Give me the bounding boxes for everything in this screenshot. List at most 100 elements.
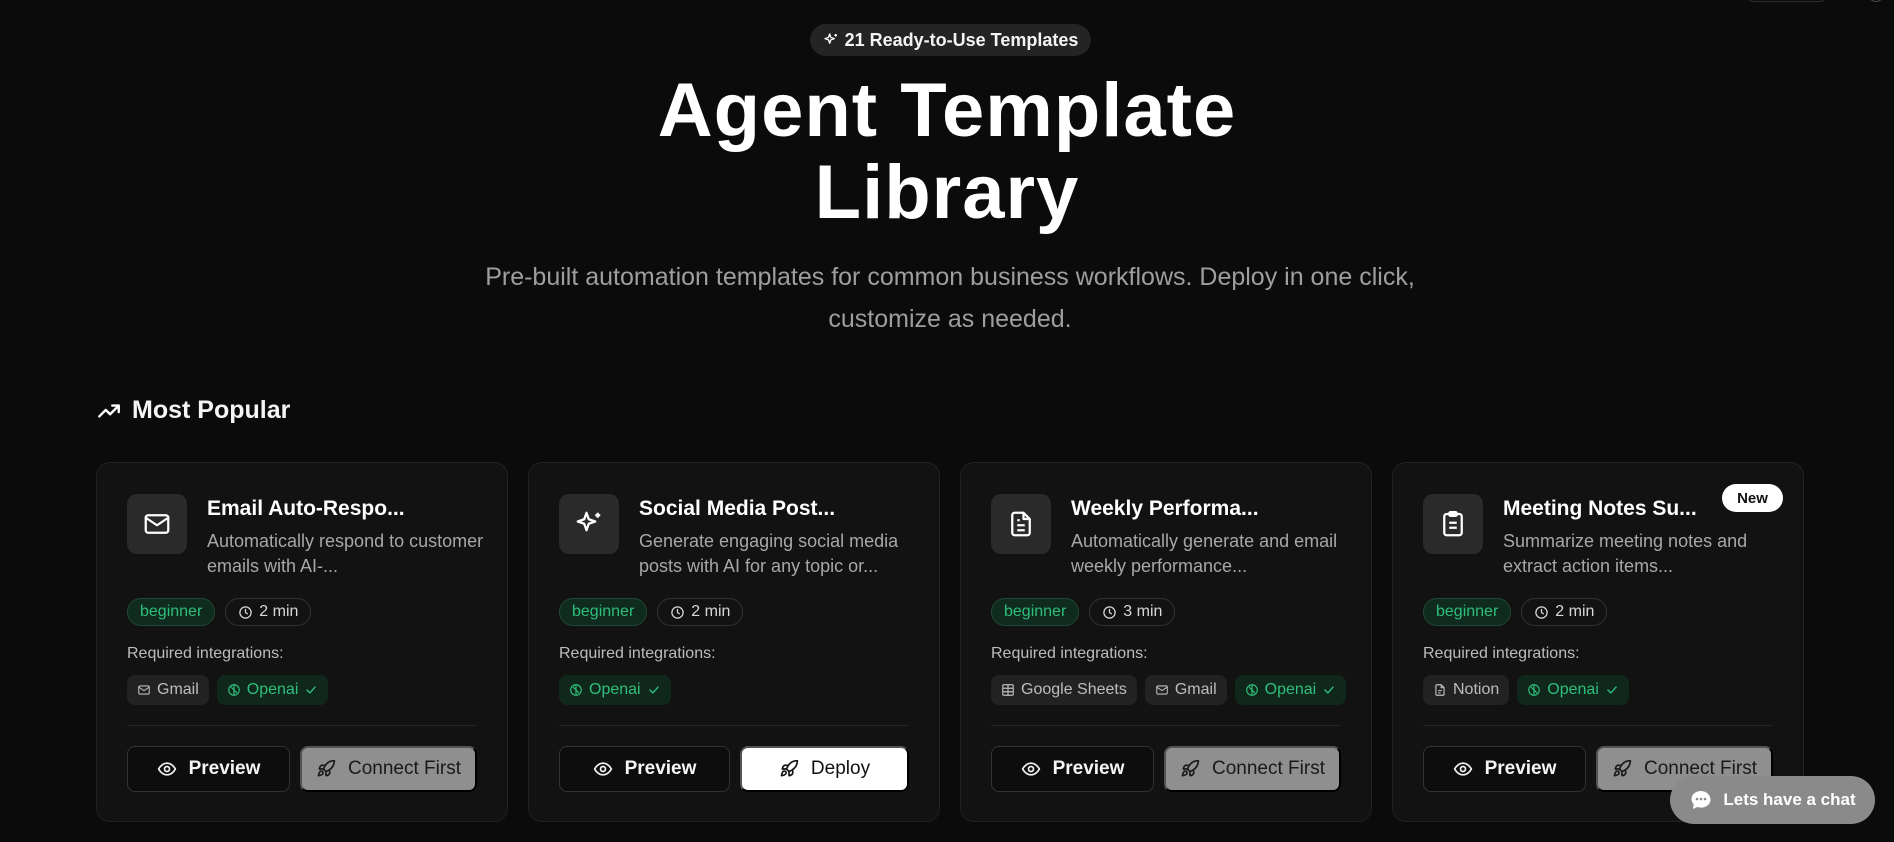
card-icon-box [559,494,619,554]
clock-icon [670,605,685,620]
rocket-icon [1612,759,1632,779]
sparkles-icon [823,33,837,44]
integration-list: Google Sheets Gmail Openai [991,675,1347,705]
card-title[interactable]: Social Media Post... [639,497,909,521]
card-actions: Preview Deploy [559,746,909,792]
badge-label: 21 Ready-to-Use Templates [844,29,1079,50]
preview-button[interactable]: Preview [1423,746,1586,792]
integration-chip: Notion [1423,675,1510,705]
integration-chip: Openai [216,675,329,705]
chat-button[interactable]: Lets have a chat [1670,776,1875,824]
clipboard-icon [1438,509,1468,539]
section-heading: Most Popular [96,396,290,425]
required-integrations-label: Required integrations: [559,645,716,662]
openai-icon [227,683,241,697]
templates-count-badge: 21 Ready-to-Use Templates [810,24,1091,56]
check-icon [1322,683,1336,697]
integration-name: Openai [589,681,641,698]
integration-name: Gmail [1174,681,1217,698]
integration-list: Gmail Openai [127,675,329,705]
title-line-1: Agent Template [657,68,1237,153]
card-actions: Preview Connect First [127,746,477,792]
rocket-icon [1180,759,1200,779]
duration-label: 2 min [691,603,731,620]
card-divider [991,725,1341,726]
section-title: Most Popular [132,396,291,424]
new-badge: New [1722,484,1783,512]
template-card[interactable]: Meeting Notes Su... Summarize meeting not… [1392,462,1804,822]
integration-name: Openai [1547,681,1599,698]
card-actions: Preview Connect First [991,746,1341,792]
preview-label: Preview [1052,758,1125,779]
template-card[interactable]: Weekly Performa... Automatically generate… [960,462,1372,822]
file-icon [1433,683,1447,697]
integration-name: Google Sheets [1021,681,1127,698]
card-divider [559,725,909,726]
integration-chip: Openai [1517,675,1629,705]
openai-icon [569,683,583,697]
card-tags: beginner 2 min [127,598,312,626]
page-subtitle: Pre-built automation templates for commo… [485,263,1415,333]
preview-label: Preview [1484,758,1557,779]
action-label: Connect First [348,758,461,779]
chat-label: Lets have a chat [1723,790,1856,809]
template-card[interactable]: Email Auto-Respo... Automatically respond… [96,462,508,822]
card-description: Automatically generate and email weekly … [1071,531,1338,576]
chat-bubble-icon [1691,791,1711,809]
card-icon-box [1423,494,1483,554]
required-integrations-label: Required integrations: [991,645,1148,662]
check-icon [647,683,661,697]
required-integrations-label: Required integrations: [127,645,284,662]
template-card[interactable]: Social Media Post... Generate engaging so… [528,462,940,822]
integration-chip: Gmail [127,675,209,705]
header-partial [1694,0,1894,2]
card-description: Summarize meeting notes and extract acti… [1503,531,1748,576]
card-tags: beginner 2 min [1423,598,1608,626]
connect-first-button[interactable]: Connect First [1164,746,1341,792]
sparkles-icon [574,509,604,539]
duration-label: 2 min [1555,603,1595,620]
required-integrations-label: Required integrations: [1423,645,1580,662]
preview-label: Preview [624,758,697,779]
card-divider [1423,725,1773,726]
duration-badge: 2 min [1521,598,1608,626]
template-cards: Email Auto-Respo... Automatically respond… [96,462,1804,822]
preview-button[interactable]: Preview [991,746,1154,792]
card-divider [127,725,477,726]
table-icon [1001,683,1015,697]
eye-icon [157,759,177,779]
clock-icon [238,605,253,620]
header-button[interactable] [1746,0,1828,2]
duration-badge: 2 min [225,598,312,626]
integration-list: Notion Openai [1423,675,1629,705]
preview-button[interactable]: Preview [559,746,730,792]
card-icon-box [127,494,187,554]
action-label: Deploy [810,758,871,779]
openai-icon [1527,683,1541,697]
duration-label: 2 min [259,603,299,620]
difficulty-badge: beginner [991,598,1080,626]
preview-button[interactable]: Preview [127,746,290,792]
card-title[interactable]: Weekly Performa... [1071,497,1341,521]
preview-label: Preview [188,758,261,779]
duration-badge: 3 min [1089,598,1176,626]
mail-icon [1155,683,1169,697]
avatar[interactable] [1868,0,1884,2]
card-tags: beginner 2 min [559,598,744,626]
clock-icon [1534,605,1549,620]
integration-list: Openai [559,675,671,705]
card-tags: beginner 3 min [991,598,1176,626]
integration-chip: Openai [1234,675,1347,705]
action-label: Connect First [1212,758,1325,779]
integration-name: Gmail [157,681,199,698]
check-icon [304,683,318,697]
rocket-icon [316,759,336,779]
trending-up-icon [98,403,120,418]
mail-icon [137,683,151,697]
connect-first-button[interactable]: Connect First [300,746,477,792]
deploy-button[interactable]: Deploy [740,746,909,792]
difficulty-badge: beginner [559,598,648,626]
card-title[interactable]: Email Auto-Respo... [207,497,477,521]
integration-name: Openai [1264,681,1317,698]
eye-icon [593,759,613,779]
